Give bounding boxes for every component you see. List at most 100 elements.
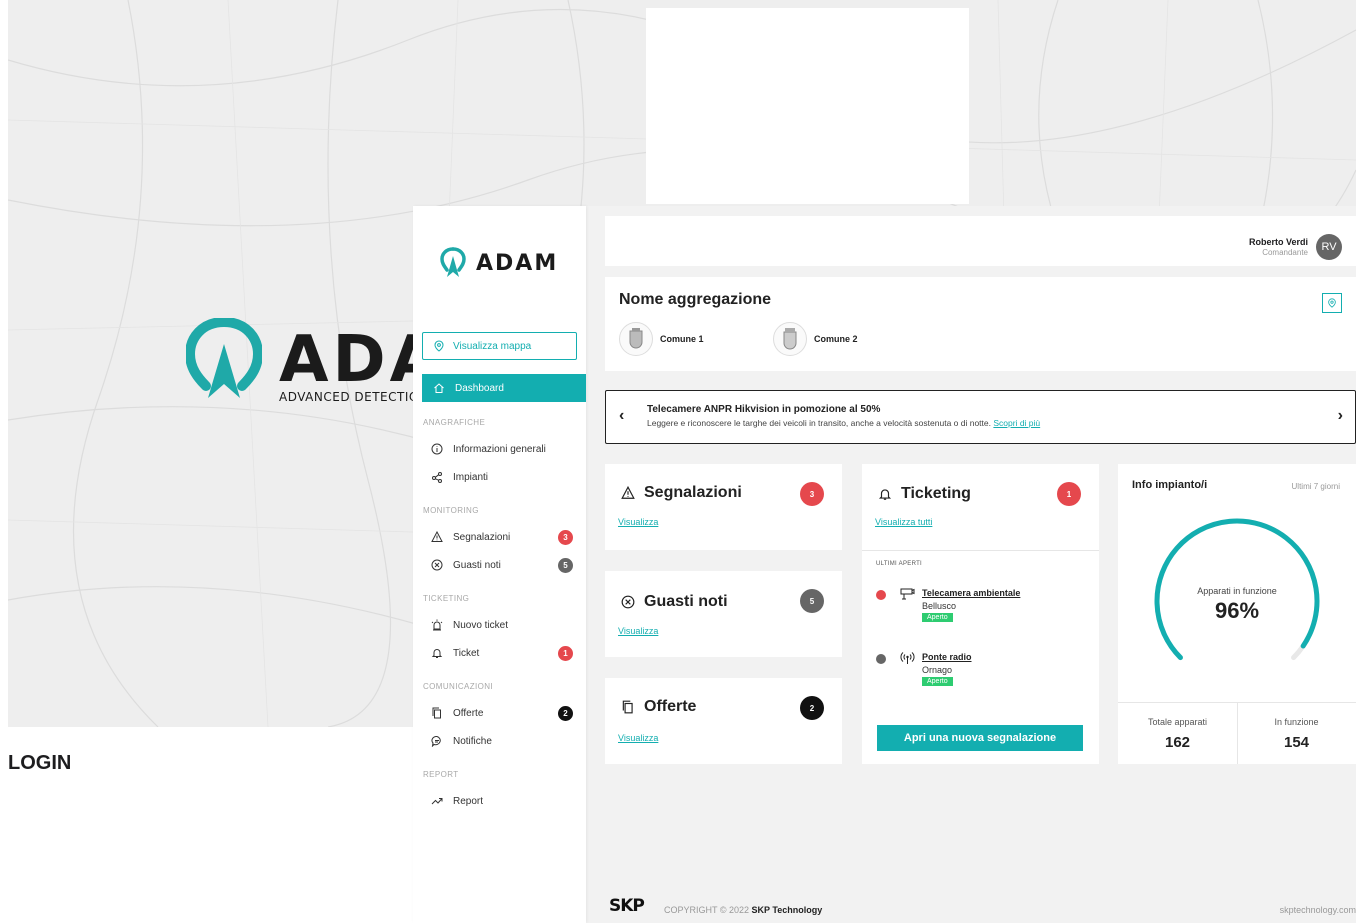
offerte-count-badge: 2 (800, 696, 824, 720)
section-comunicazioni: COMUNICAZIONI (423, 682, 494, 691)
promo-description: Leggere e riconoscere le targhe dei veic… (647, 418, 991, 428)
sidebar-item-label: Notifiche (453, 735, 492, 747)
avatar[interactable]: RV (1316, 234, 1342, 260)
gauge-chart (1154, 518, 1320, 661)
guasti-badge: 5 (558, 557, 573, 573)
map-pin-icon (434, 340, 444, 352)
footer-site[interactable]: skptechnology.com (1280, 905, 1356, 915)
chevron-right-icon[interactable]: › (1338, 407, 1343, 425)
sidebar-item-label: Nuovo ticket (453, 619, 509, 631)
card-title: Segnalazioni (621, 484, 742, 502)
company-name: SKP Technology (751, 905, 823, 915)
bell-icon (431, 649, 443, 658)
section-report: REPORT (423, 770, 459, 779)
guasti-card: Guasti noti 5 Visualizza (605, 571, 842, 657)
sidebar-item-label: Ticket (453, 647, 480, 659)
login-tagline: ADVANCED DETECTION ADMINISTRATION M (279, 391, 421, 403)
sidebar: ADAM Visualizza mappa Dashboard ANAGRAFI… (413, 206, 586, 923)
copy-icon (432, 707, 441, 719)
comune-name: Comune 1 (660, 334, 704, 344)
sidebar-item-informazioni[interactable]: Informazioni generali (431, 440, 573, 458)
gauge-value: 96% (1214, 598, 1260, 623)
card-title: Guasti noti (621, 593, 728, 611)
crest-icon (773, 322, 807, 356)
comune-item[interactable]: Comune 2 (773, 322, 858, 356)
alarm-icon (431, 619, 443, 631)
sidebar-item-label: Segnalazioni (453, 531, 511, 543)
warning-icon (431, 531, 443, 542)
close-circle-icon (621, 595, 635, 609)
divider (1237, 702, 1238, 764)
copy-icon (622, 700, 633, 714)
close-circle-icon (431, 559, 443, 571)
card-title-label: Segnalazioni (644, 484, 742, 501)
guasti-link[interactable]: Visualizza (618, 626, 658, 636)
section-anagrafiche: ANAGRAFICHE (423, 418, 486, 427)
topbar: Roberto Verdi Comandante RV (605, 216, 1356, 266)
ticket-item[interactable]: Telecamera ambientale Bellusco Aperto (876, 586, 1086, 630)
camera-icon (900, 588, 915, 600)
home-icon (434, 383, 444, 393)
map-button[interactable]: Visualizza mappa (422, 332, 577, 360)
offerte-card: Offerte 2 Visualizza (605, 678, 842, 764)
new-report-button[interactable]: Apri una nuova segnalazione (877, 725, 1083, 751)
ticket-badge: 1 (558, 645, 573, 661)
sidebar-item-label: Dashboard (455, 382, 504, 394)
login-white-panel (646, 8, 969, 204)
promo-title: Telecamere ANPR Hikvision in pomozione a… (647, 404, 881, 415)
total-value: 162 (1164, 734, 1191, 751)
sidebar-item-notifiche[interactable]: Notifiche (431, 732, 573, 750)
segnalazioni-card: Segnalazioni 3 Visualizza (605, 464, 842, 550)
sidebar-item-label: Offerte (453, 707, 484, 719)
info-period[interactable]: Ultimi 7 giorni (1292, 482, 1340, 491)
sidebar-item-label: Report (453, 795, 484, 807)
sidebar-item-guasti[interactable]: Guasti noti 5 (431, 556, 573, 574)
status-badge: Aperto (922, 613, 953, 622)
comune-item[interactable]: Comune 1 (619, 322, 704, 356)
card-title-label: Offerte (644, 698, 697, 715)
total-label: Totale apparati (1147, 717, 1208, 727)
ticket-place: Ornago (922, 665, 953, 675)
aggregation-map-button[interactable] (1322, 293, 1342, 313)
ticket-name[interactable]: Telecamera ambientale (922, 588, 1020, 598)
section-monitoring: MONITORING (423, 506, 479, 515)
map-button-label: Visualizza mappa (453, 340, 532, 352)
sidebar-item-report[interactable]: Report (431, 792, 573, 810)
status-badge: Aperto (922, 677, 953, 686)
user-name: Roberto Verdi (1248, 237, 1308, 247)
promo-text: Leggere e riconoscere le targhe dei veic… (647, 418, 1040, 428)
status-dot (876, 590, 886, 600)
sidebar-item-segnalazioni[interactable]: Segnalazioni 3 (431, 528, 573, 546)
radio-tower-icon (900, 652, 915, 664)
chevron-left-icon[interactable]: ‹ (619, 407, 624, 425)
sidebar-item-dashboard[interactable]: Dashboard (422, 374, 586, 402)
adam-logo-icon (440, 247, 466, 277)
adam-logo-icon (186, 318, 262, 398)
recent-label: ULTIMI APERTI (876, 561, 923, 567)
sidebar-item-offerte[interactable]: Offerte 2 (431, 704, 573, 722)
sidebar-item-impianti[interactable]: Impianti (431, 468, 573, 486)
ticket-item[interactable]: Ponte radio Ornago Aperto (876, 650, 1086, 694)
promo-link[interactable]: Scopri di più (993, 418, 1040, 428)
sidebar-logo[interactable]: ADAM (440, 246, 558, 280)
warning-icon (621, 486, 635, 499)
offerte-link[interactable]: Visualizza (618, 733, 658, 743)
ticketing-card: Ticketing 1 Visualizza tutti ULTIMI APER… (862, 464, 1099, 764)
sidebar-brand: ADAM (476, 250, 559, 276)
sidebar-item-nuovo-ticket[interactable]: Nuovo ticket (431, 616, 573, 634)
gauge-label: Apparati in funzione (1197, 586, 1277, 596)
aggregation-title: Nome aggregazione (619, 291, 772, 308)
sidebar-item-label: Guasti noti (453, 559, 501, 571)
segnalazioni-link[interactable]: Visualizza (618, 517, 658, 527)
map-pin-icon (1328, 298, 1336, 308)
card-title: Ticketing (878, 485, 971, 503)
info-impianto-card: Info impianto/i Ultimi 7 giorni Apparati… (1118, 464, 1356, 764)
ticket-name[interactable]: Ponte radio (922, 652, 972, 662)
sidebar-item-label: Informazioni generali (453, 443, 546, 455)
crest-icon (619, 322, 653, 356)
ticketing-count-badge: 1 (1057, 482, 1081, 506)
working-label: In funzione (1274, 717, 1319, 727)
bell-icon (878, 489, 892, 500)
ticketing-link[interactable]: Visualizza tutti (875, 517, 932, 527)
sidebar-item-ticket[interactable]: Ticket 1 (431, 644, 573, 662)
